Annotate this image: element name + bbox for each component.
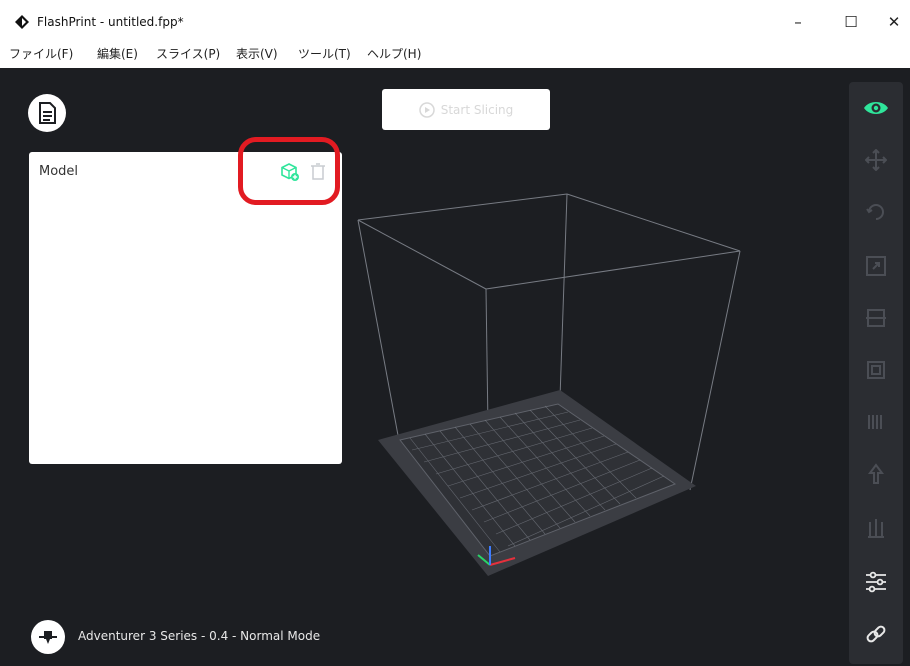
start-slicing-label: Start Slicing: [440, 102, 514, 117]
document-button[interactable]: [28, 94, 66, 132]
printer-status-button[interactable]: [31, 620, 65, 654]
annotation-highlight-ring: [238, 137, 340, 205]
support-icon[interactable]: [862, 356, 890, 384]
model-panel-title: Model: [39, 164, 79, 179]
extruder-icon[interactable]: [862, 408, 890, 436]
view-eye-icon[interactable]: [862, 94, 890, 122]
menu-bar: ファイル(F) 編集(E) スライス(P) 表示(V) ツール(T) ヘルプ(H…: [0, 40, 910, 68]
rotate-icon[interactable]: [862, 198, 890, 226]
cut-icon[interactable]: [862, 304, 890, 332]
menu-view[interactable]: 表示(V): [236, 45, 278, 63]
move-icon[interactable]: [862, 146, 890, 174]
document-icon: [39, 102, 56, 124]
play-icon: [418, 101, 435, 118]
workspace-3d-view[interactable]: Start Slicing Model Adventurer 3 Series …: [0, 68, 910, 666]
menu-tools[interactable]: ツール(T): [298, 45, 351, 63]
preferences-sliders-icon[interactable]: [862, 568, 890, 596]
menu-help[interactable]: ヘルプ(H): [367, 45, 421, 63]
link-icon[interactable]: [862, 620, 890, 648]
scale-icon[interactable]: [862, 252, 890, 280]
title-bar: FlashPrint - untitled.fpp* – ☐ ✕: [0, 0, 910, 40]
printer-status-text: Adventurer 3 Series - 0.4 - Normal Mode: [78, 629, 321, 643]
flashprint-logo-icon: [14, 14, 30, 30]
menu-slice[interactable]: スライス(P): [156, 45, 220, 63]
menu-edit[interactable]: 編集(E): [97, 45, 138, 63]
close-button[interactable]: ✕: [874, 10, 910, 34]
window-title: FlashPrint - untitled.fpp*: [37, 15, 184, 29]
start-slicing-button[interactable]: Start Slicing: [382, 89, 550, 130]
model-list[interactable]: [29, 194, 342, 464]
print-settings-icon[interactable]: [862, 460, 890, 488]
right-toolbar: [849, 82, 903, 664]
maximize-button[interactable]: ☐: [831, 10, 871, 34]
slicing-settings-icon[interactable]: [862, 514, 890, 542]
minimize-button[interactable]: –: [778, 10, 818, 34]
extruder-plug-icon: [39, 631, 57, 644]
menu-file[interactable]: ファイル(F): [9, 45, 73, 63]
